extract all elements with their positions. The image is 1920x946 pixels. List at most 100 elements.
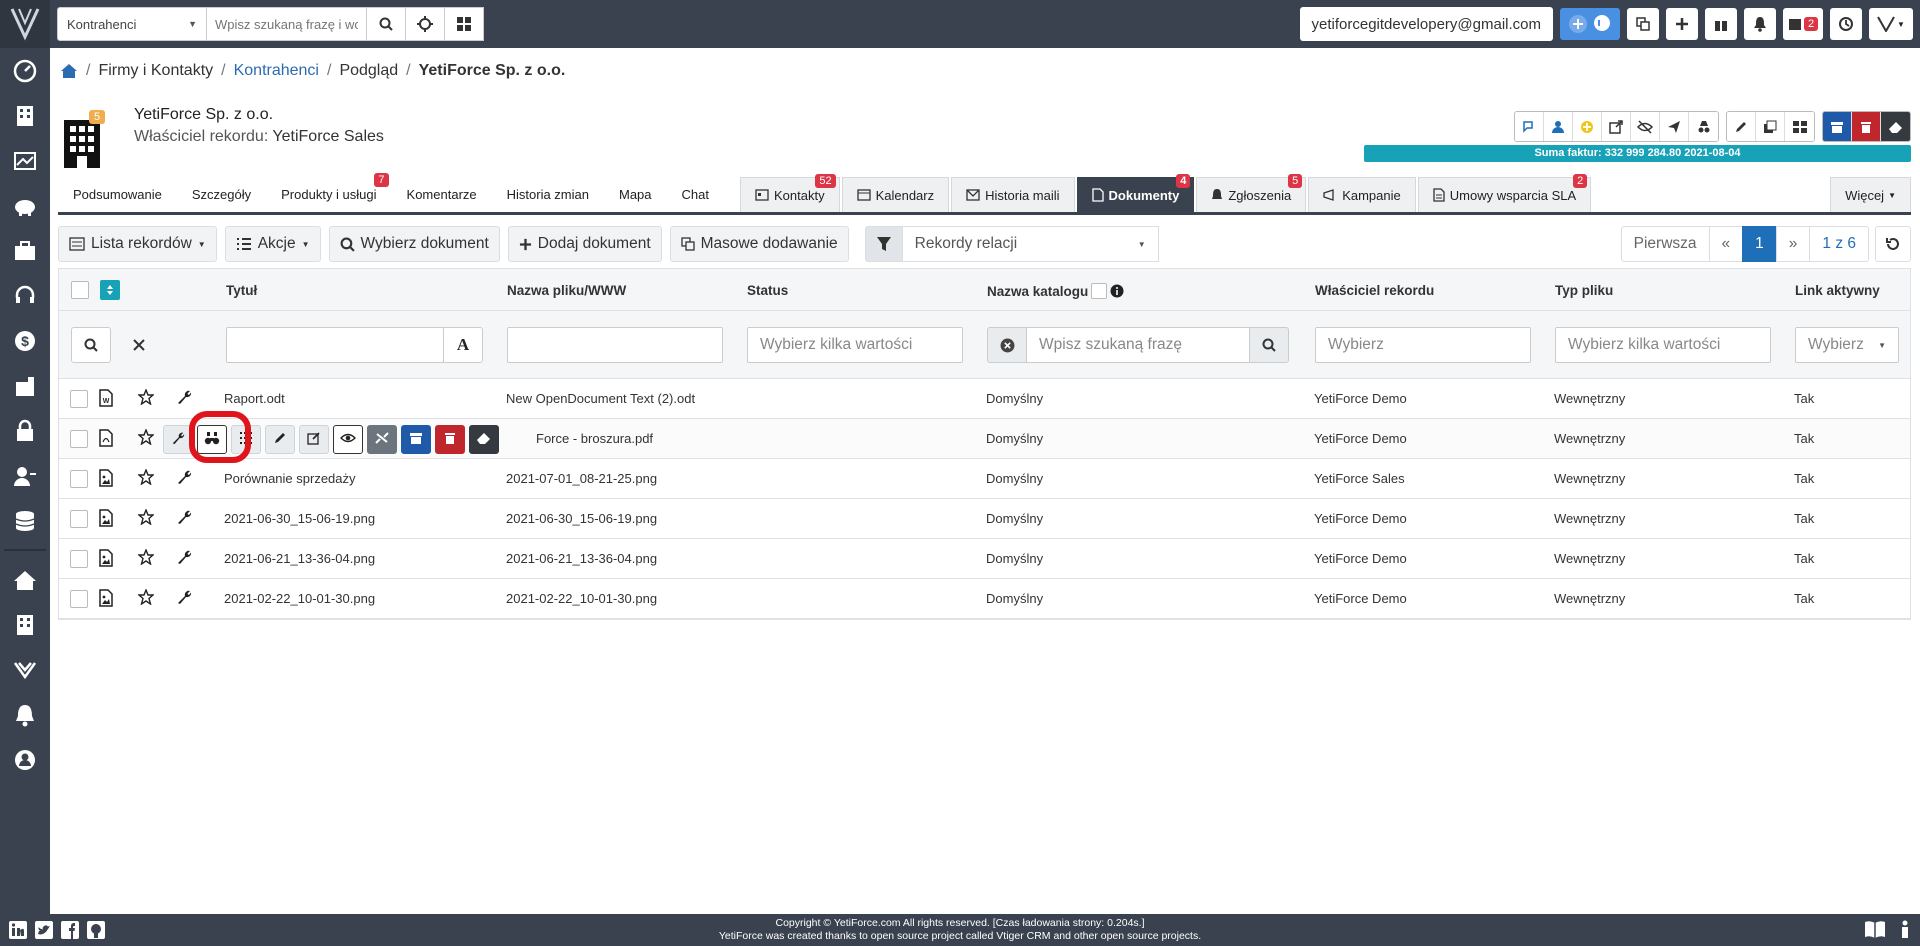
sort-toggle-button[interactable] — [100, 280, 120, 300]
twitter-icon[interactable] — [34, 920, 54, 940]
tab-chat[interactable]: Chat — [667, 177, 724, 212]
row-checkbox[interactable] — [70, 510, 88, 528]
select-document-button[interactable]: Wybierz dokument — [328, 226, 500, 262]
column-header-folder-label[interactable]: Nazwa katalogu — [987, 284, 1088, 299]
folder-filter-clear-button[interactable] — [987, 327, 1027, 363]
prev-page-button[interactable]: « — [1708, 226, 1744, 262]
folder-filter-search-button[interactable] — [1249, 327, 1289, 363]
duplicate-record-button[interactable] — [1756, 112, 1785, 141]
linkedin-icon[interactable] — [8, 920, 28, 940]
filetype-filter-select[interactable]: Wybierz kilka wartości — [1555, 327, 1771, 363]
notifications-button[interactable] — [1744, 8, 1776, 40]
row-checkbox[interactable] — [70, 550, 88, 568]
tab-documents[interactable]: Dokumenty 4 — [1076, 174, 1195, 212]
tab-products[interactable]: Produkty i usługi 7 — [266, 173, 391, 212]
column-header-status[interactable]: Status — [747, 283, 788, 298]
favorite-star-icon[interactable] — [137, 548, 155, 568]
history-button[interactable] — [1830, 8, 1862, 40]
tab-sla[interactable]: Umowy wsparcia SLA 2 — [1417, 174, 1592, 212]
global-search-input[interactable] — [207, 7, 367, 41]
record-list-dropdown[interactable]: Lista rekordów ▼ — [58, 226, 217, 262]
row-checkbox[interactable] — [70, 590, 88, 608]
row-title[interactable]: 2021-02-22_10-01-30.png — [224, 591, 375, 606]
database-icon[interactable] — [0, 498, 50, 543]
tab-comments[interactable]: Komentarze — [392, 177, 492, 212]
delete-row-button[interactable] — [435, 425, 465, 454]
quick-create-button[interactable] — [1666, 8, 1698, 40]
user-profile-icon[interactable] — [0, 737, 50, 782]
edit-row-button[interactable] — [265, 425, 295, 454]
status-filter-select[interactable]: Wybierz kilka wartości — [747, 327, 963, 363]
archive-row-button[interactable] — [401, 425, 431, 454]
tab-map[interactable]: Mapa — [604, 177, 667, 212]
vtiger-icon[interactable] — [0, 647, 50, 692]
security-lock-icon[interactable] — [0, 408, 50, 453]
sales-piggy-icon[interactable] — [0, 183, 50, 228]
tab-contacts[interactable]: Kontakty 52 — [739, 174, 840, 212]
favorite-star-icon[interactable] — [137, 428, 155, 448]
reload-button[interactable] — [1875, 226, 1911, 262]
open-external-button[interactable] — [1602, 112, 1631, 141]
favorite-star-icon[interactable] — [137, 588, 155, 608]
favorite-star-icon[interactable] — [137, 388, 155, 408]
row-filename[interactable]: 2021-02-22_10-01-30.png — [506, 591, 657, 606]
hr-users-icon[interactable] — [0, 453, 50, 498]
table-row[interactable]: 2021-06-21_13-36-04.png 2021-06-21_13-36-… — [59, 539, 1910, 579]
column-header-owner[interactable]: Właściciel rekordu — [1315, 283, 1434, 298]
search-button[interactable] — [366, 7, 406, 41]
tab-campaigns[interactable]: Kampanie — [1308, 177, 1416, 212]
row-filename[interactable]: Force - broszura.pdf — [536, 431, 653, 446]
finance-dollar-icon[interactable]: $ — [0, 318, 50, 363]
book-icon[interactable] — [1864, 919, 1886, 939]
filename-filter-input[interactable] — [507, 327, 723, 363]
search-by-module-button[interactable] — [444, 7, 484, 41]
current-page-button[interactable]: 1 — [1742, 226, 1777, 262]
quick-edit-button[interactable] — [299, 425, 329, 454]
row-title[interactable]: 2021-06-30_15-06-19.png — [224, 511, 375, 526]
github-icon[interactable] — [86, 920, 106, 940]
table-row[interactable]: 2021-06-30_15-06-19.png 2021-06-30_15-06-… — [59, 499, 1910, 539]
unlink-relation-button[interactable] — [367, 425, 397, 454]
mass-add-button[interactable]: Masowe dodawanie — [669, 226, 849, 262]
row-checkbox[interactable] — [70, 470, 88, 488]
table-row[interactable]: W Raport.odt New OpenDocument Text (2).odt… — [59, 379, 1910, 419]
notifications-bell-icon[interactable] — [0, 692, 50, 737]
row-checkbox[interactable] — [70, 430, 88, 448]
next-page-button[interactable]: » — [1775, 226, 1811, 262]
row-checkbox[interactable] — [70, 390, 88, 408]
row-title[interactable]: Porównanie sprzedaży — [224, 471, 356, 486]
info-icon[interactable] — [1898, 919, 1912, 939]
mail-account-select[interactable]: yetiforcegitdevelopery@gmail.com — [1299, 7, 1553, 41]
row-title[interactable]: Raport.odt — [224, 391, 285, 406]
actions-dropdown[interactable]: Akcje ▼ — [224, 226, 321, 262]
erase-record-button[interactable] — [1881, 112, 1910, 141]
title-filter-input[interactable] — [226, 327, 444, 363]
row-filename[interactable]: New OpenDocument Text (2).odt — [506, 391, 695, 406]
wrench-icon[interactable] — [176, 469, 192, 488]
add-contact-button[interactable] — [1544, 112, 1573, 141]
yetiforce-logo[interactable] — [0, 0, 50, 48]
home-icon[interactable] — [0, 557, 50, 602]
delete-record-button[interactable] — [1852, 112, 1881, 141]
tab-details[interactable]: Szczegóły — [177, 177, 266, 212]
relation-filter-select[interactable]: Rekordy relacji ▼ — [902, 226, 1159, 262]
map-action-button[interactable] — [1515, 112, 1544, 141]
accounts-building-icon[interactable] — [0, 602, 50, 647]
row-title[interactable]: 2021-06-21_13-36-04.png — [224, 551, 375, 566]
apply-filter-button[interactable] — [71, 327, 111, 363]
column-header-filetype[interactable]: Typ pliku — [1555, 283, 1613, 298]
row-filename[interactable]: 2021-06-21_13-36-04.png — [506, 551, 657, 566]
favorite-star-icon[interactable] — [137, 468, 155, 488]
add-document-button[interactable]: Dodaj dokument — [507, 226, 662, 262]
incognito-button[interactable] — [1689, 112, 1718, 141]
table-row[interactable]: Porównanie sprzedaży 2021-07-01_08-21-25.… — [59, 459, 1910, 499]
text-match-toggle-button[interactable]: A — [443, 327, 483, 363]
show-document-button[interactable] — [333, 425, 363, 454]
column-header-active-link[interactable]: Link aktywny — [1795, 283, 1880, 298]
owner-filter-select[interactable]: Wybierz — [1315, 327, 1531, 363]
table-row[interactable]: Force - broszura.pdf Domyślny YetiForce De… — [59, 419, 1910, 459]
info-circle-icon[interactable] — [1110, 284, 1124, 298]
favorite-star-icon[interactable] — [137, 508, 155, 528]
wrench-icon[interactable] — [176, 389, 192, 408]
table-row[interactable]: 2021-02-22_10-01-30.png 2021-02-22_10-01-… — [59, 579, 1910, 619]
